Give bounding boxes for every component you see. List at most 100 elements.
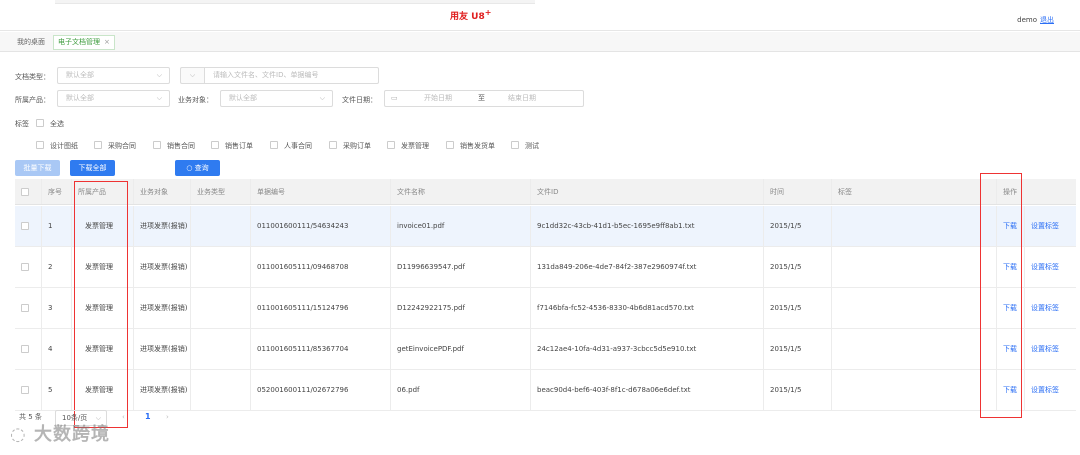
app-logo: 用友 U8+ [450, 8, 492, 22]
table-row[interactable]: 3 发票管理 进项发票(报销) 011001605111/15124796 D1… [15, 288, 1076, 329]
prev-page-icon[interactable]: ‹ [122, 413, 125, 421]
cell-no: 5 [42, 370, 72, 410]
col-header: 业务类型 [191, 179, 251, 204]
row-checkbox-cell [15, 370, 42, 410]
cell-tag [832, 370, 997, 410]
header-checkbox-cell [15, 179, 42, 204]
doc-type-select[interactable]: 默认全部 ⌵ [57, 67, 170, 84]
product-select[interactable]: 默认全部 ⌵ [57, 90, 170, 107]
search-icon: ○ [186, 164, 193, 172]
date-end[interactable]: 结束日期 [508, 91, 536, 106]
tab-label: 电子文档管理 [58, 38, 100, 46]
select-all-label: 全选 [50, 120, 64, 128]
row-checkbox[interactable] [21, 386, 29, 394]
table-row[interactable]: 2 发票管理 进项发票(报销) 011001605111/09468708 D1… [15, 247, 1076, 288]
cell-set-tag: 设置标签 [1025, 329, 1076, 369]
cell-file-id: 9c1dd32c-43cb-41d1-b5ec-1695e9ff8ab1.txt [531, 206, 764, 246]
cell-biz-type [191, 370, 251, 410]
cell-set-tag: 设置标签 [1025, 206, 1076, 246]
cell-set-tag: 设置标签 [1025, 370, 1076, 410]
tag-checkbox[interactable] [211, 141, 219, 149]
cell-set-tag: 设置标签 [1025, 288, 1076, 328]
tab-doc-management[interactable]: 电子文档管理 × [53, 35, 115, 50]
col-header: 单据编号 [251, 179, 391, 204]
next-page-icon[interactable]: › [166, 413, 169, 421]
col-header: 标签 [832, 179, 997, 204]
col-header: 业务对象 [134, 179, 191, 204]
logout-link[interactable]: 退出 [1040, 16, 1054, 24]
row-checkbox-cell [15, 206, 42, 246]
table-row[interactable]: 5 发票管理 进项发票(报销) 052001600111/02672796 06… [15, 370, 1076, 411]
keyword-type-dropdown[interactable]: ⌵ [180, 67, 204, 84]
cell-file-name: getEinvoicePDF.pdf [391, 329, 531, 369]
table-row[interactable]: 1 发票管理 进项发票(报销) 011001600111/54634243 in… [15, 206, 1076, 247]
tag-label-item: 销售发货单 [460, 142, 495, 150]
tag-checkbox[interactable] [329, 141, 337, 149]
header-checkbox[interactable] [21, 187, 29, 196]
cell-tag [832, 329, 997, 369]
set-tag-link[interactable]: 设置标签 [1031, 344, 1059, 354]
set-tag-link[interactable]: 设置标签 [1031, 262, 1059, 272]
close-icon[interactable]: × [104, 38, 110, 46]
select-all-checkbox[interactable] [36, 119, 44, 127]
cell-file-name: D11996639547.pdf [391, 247, 531, 287]
cell-file-id: 24c12ae4-10fa-4d31-a937-3cbcc5d5e910.txt [531, 329, 764, 369]
highlight-box-product [74, 181, 128, 428]
row-checkbox[interactable] [21, 345, 29, 353]
date-label: 文件日期： [342, 96, 377, 104]
row-checkbox[interactable] [21, 222, 29, 230]
cell-biz-type [191, 206, 251, 246]
tag-checkbox[interactable] [94, 141, 102, 149]
biz-obj-select[interactable]: 默认全部 ⌵ [220, 90, 333, 107]
date-range-picker[interactable]: ▭ 开始日期 至 结束日期 [384, 90, 584, 107]
row-checkbox[interactable] [21, 263, 29, 271]
tag-checkbox[interactable] [446, 141, 454, 149]
top-strip [55, 0, 535, 4]
cell-set-tag: 设置标签 [1025, 247, 1076, 287]
cell-biz-obj: 进项发票(报销) [134, 206, 191, 246]
chevron-down-icon: ⌵ [156, 94, 162, 102]
row-checkbox[interactable] [21, 304, 29, 312]
tag-label-item: 采购订单 [343, 142, 371, 150]
cell-time: 2015/1/5 [764, 370, 832, 410]
cell-no: 2 [42, 247, 72, 287]
watermark-logo: ◌ 大数跨境 [10, 424, 110, 445]
cell-no: 3 [42, 288, 72, 328]
chevron-down-icon: ⌵ [156, 71, 162, 79]
tab-home[interactable]: 我的桌面 [12, 35, 50, 50]
tag-label: 标签 [15, 120, 29, 128]
batch-download-button[interactable]: 批量下载 [15, 160, 60, 176]
user-name: demo [1017, 16, 1037, 24]
set-tag-link[interactable]: 设置标签 [1031, 303, 1059, 313]
page-number-current[interactable]: 1 [145, 412, 151, 421]
row-checkbox-cell [15, 247, 42, 287]
table-row[interactable]: 4 发票管理 进项发票(报销) 011001605111/85367704 ge… [15, 329, 1076, 370]
tag-label-item: 采购合同 [108, 142, 136, 150]
tag-label-item: 销售订单 [225, 142, 253, 150]
date-start[interactable]: 开始日期 [424, 91, 452, 106]
cell-biz-obj: 进项发票(报销) [134, 288, 191, 328]
download-all-button[interactable]: 下载全部 [70, 160, 115, 176]
tag-checkbox[interactable] [270, 141, 278, 149]
col-header: 序号 [42, 179, 72, 204]
tag-label-item: 发票管理 [401, 142, 429, 150]
cell-time: 2015/1/5 [764, 329, 832, 369]
highlight-box-download [980, 173, 1022, 418]
col-header: 文件名称 [391, 179, 531, 204]
query-button[interactable]: ○ 查询 [175, 160, 220, 176]
cell-time: 2015/1/5 [764, 247, 832, 287]
tag-checkbox[interactable] [36, 141, 44, 149]
keyword-search-input[interactable]: 请输入文件名、文件ID、单据编号 [204, 67, 379, 84]
set-tag-link[interactable]: 设置标签 [1031, 221, 1059, 231]
tag-checkbox[interactable] [511, 141, 519, 149]
top-bar: 用友 U8+ demo 退出 [0, 0, 1080, 31]
tag-checkbox[interactable] [153, 141, 161, 149]
cell-biz-obj: 进项发票(报销) [134, 247, 191, 287]
cell-file-name: invoice01.pdf [391, 206, 531, 246]
row-checkbox-cell [15, 329, 42, 369]
user-area: demo 退出 [1017, 15, 1054, 25]
tag-checkbox[interactable] [387, 141, 395, 149]
set-tag-link[interactable]: 设置标签 [1031, 385, 1059, 395]
cell-biz-obj: 进项发票(报销) [134, 370, 191, 410]
calendar-icon: ▭ [391, 94, 398, 102]
